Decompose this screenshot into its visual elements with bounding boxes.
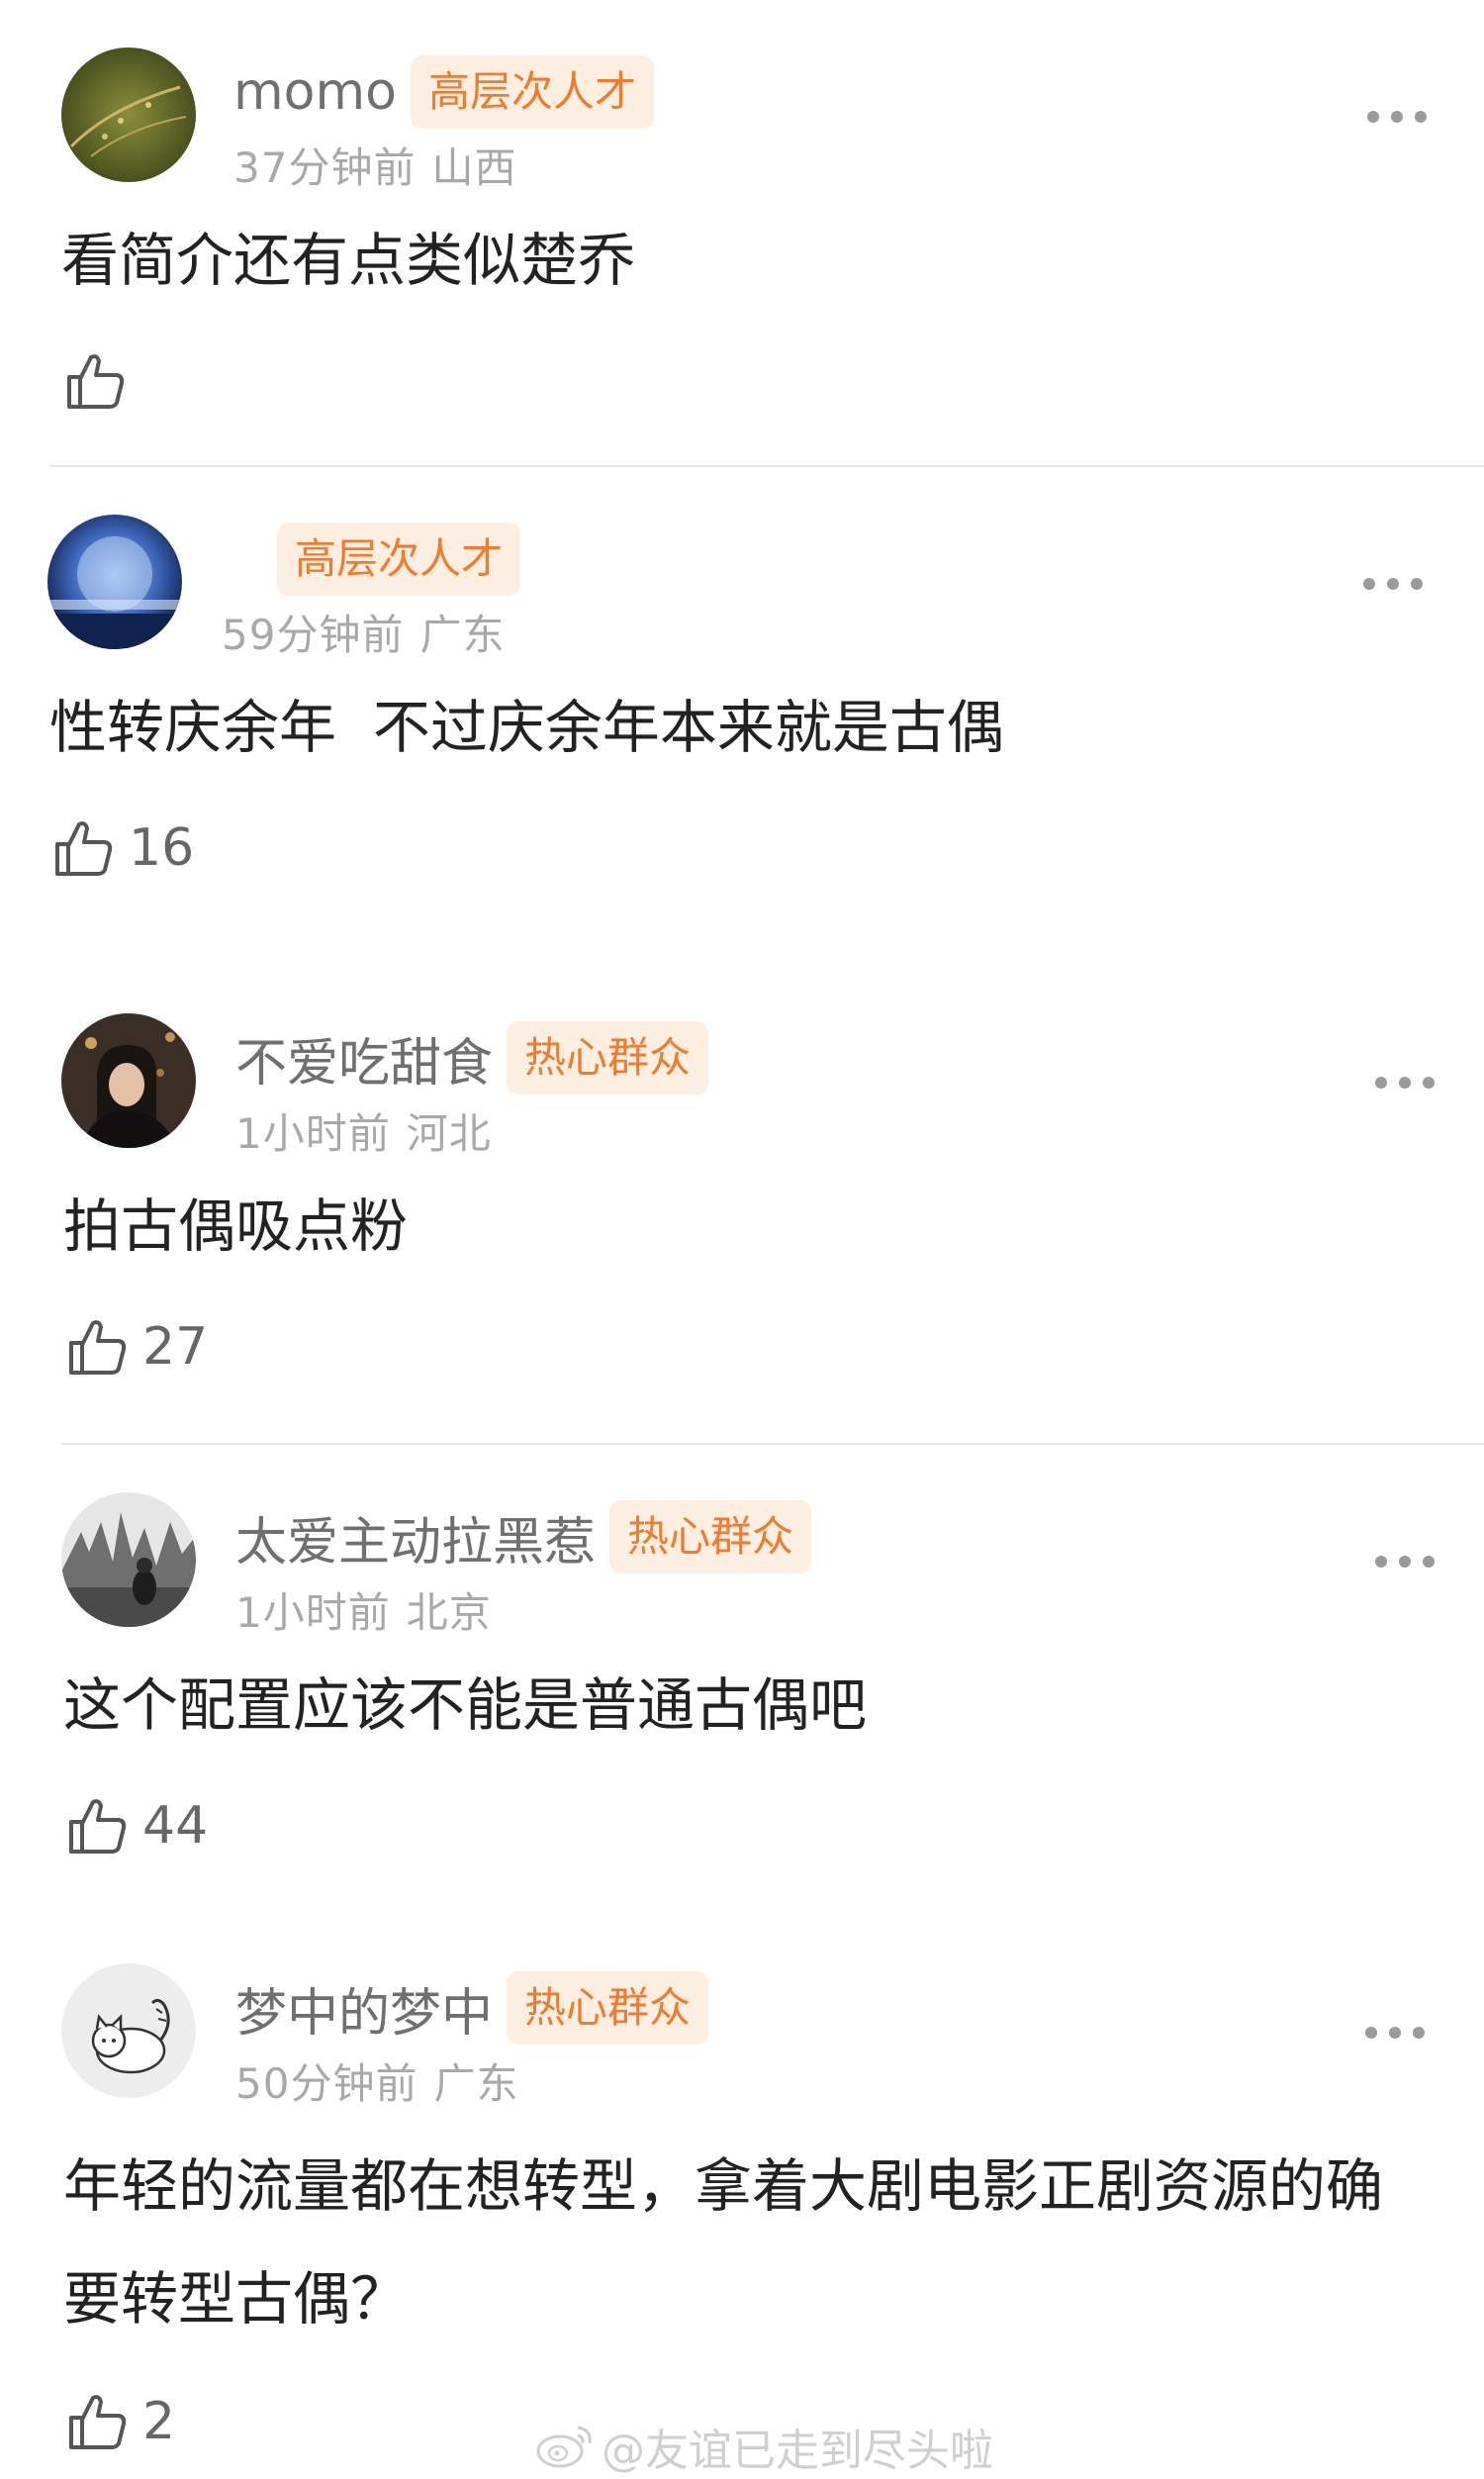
more-dot	[1413, 2027, 1425, 2039]
comment-text: 拍古偶吸点粉	[63, 1192, 409, 1260]
avatar[interactable]	[61, 1013, 196, 1148]
more-dot	[1423, 1556, 1435, 1568]
comment-text: 这个配置应该不能是普通古偶吧	[63, 1671, 868, 1739]
avatar[interactable]	[61, 1492, 196, 1627]
username[interactable]: 不爱吃甜食	[235, 1021, 493, 1096]
watermark: @友谊已走到尽头啦	[534, 2415, 993, 2478]
username[interactable]: 梦中的梦中	[235, 1971, 493, 2046]
more-options-button[interactable]	[1365, 2013, 1425, 2052]
more-dot	[1399, 1077, 1411, 1089]
avatar-photo-icon	[61, 48, 196, 182]
comment-item: 太爱主动拉黑惹 热心群众 1小时前 北京 这个配置应该不能是普通古偶吧 44	[0, 1445, 1484, 1930]
comment-time: 1小时前	[235, 1109, 391, 1158]
like-count: 44	[142, 1796, 209, 1856]
more-options-button[interactable]	[1375, 1063, 1435, 1102]
user-badge: 高层次人才	[277, 523, 521, 596]
comment-meta: 1小时前 河北	[235, 1100, 492, 1161]
comment-item: 高层次人才 59分钟前 广东 性转庆余年 不过庆余年本来就是古偶 16	[0, 467, 1484, 962]
comment-meta: 59分钟前 广东	[222, 602, 505, 662]
comment-time: 1小时前	[235, 1588, 391, 1637]
more-dot	[1389, 2027, 1401, 2039]
more-dot	[1415, 111, 1427, 123]
more-dot	[1365, 2027, 1377, 2039]
like-button[interactable]	[63, 346, 140, 416]
more-options-button[interactable]	[1375, 1542, 1435, 1581]
thumbs-up-icon	[69, 1320, 127, 1375]
more-dot	[1367, 111, 1379, 123]
name-row: 太爱主动拉黑惹 热心群众	[235, 1498, 812, 1575]
user-badge: 热心群众	[609, 1500, 812, 1573]
comment-location: 广东	[419, 611, 506, 659]
thumbs-up-icon	[67, 354, 125, 409]
username[interactable]: 太爱主动拉黑惹	[235, 1500, 596, 1574]
more-dot	[1375, 1556, 1387, 1568]
name-row: 梦中的梦中 热心群众	[235, 1969, 709, 2047]
avatar-photo-icon	[61, 1013, 196, 1148]
like-count: 2	[142, 2392, 176, 2451]
comment-time: 50分钟前	[235, 2059, 418, 2108]
avatar-cartoon-cat-icon	[61, 1963, 196, 2098]
like-button[interactable]: 27	[65, 1312, 208, 1382]
comment-location: 山西	[431, 143, 517, 192]
comment-location: 河北	[406, 1109, 492, 1158]
more-options-button[interactable]	[1367, 97, 1427, 137]
more-dot	[1391, 111, 1403, 123]
comment-item: 梦中的梦中 热心群众 50分钟前 广东 年轻的流量都在想转型，拿着大剧电影正剧资源…	[0, 1916, 1484, 2479]
comment-location: 广东	[433, 2059, 519, 2108]
like-button[interactable]: 2	[65, 2387, 175, 2456]
more-dot	[1375, 1077, 1387, 1089]
avatar[interactable]	[61, 1963, 196, 2098]
more-dot	[1399, 1556, 1411, 1568]
avatar-photo-icon	[47, 515, 182, 649]
like-button[interactable]: 16	[51, 813, 194, 883]
watermark-text: @友谊已走到尽头啦	[602, 2426, 993, 2476]
comment-item: 不爱吃甜食 热心群众 1小时前 河北 拍古偶吸点粉 27	[0, 966, 1484, 1445]
more-dot	[1411, 578, 1423, 590]
name-row: 高层次人才	[230, 521, 521, 598]
more-dot	[1387, 578, 1399, 590]
user-badge: 热心群众	[507, 1971, 709, 2045]
more-dot	[1423, 1077, 1435, 1089]
comment-text: 年轻的流量都在想转型，拿着大剧电影正剧资源的确要转型古偶？	[63, 2152, 1384, 2333]
user-badge: 高层次人才	[410, 55, 654, 129]
comment-meta: 37分钟前 山西	[233, 135, 516, 195]
weibo-logo-icon	[536, 2426, 592, 2468]
comment-location: 北京	[406, 1588, 492, 1637]
name-row: momo 高层次人才	[233, 53, 654, 131]
comment-meta: 50分钟前 广东	[235, 2050, 518, 2111]
thumbs-up-icon	[55, 821, 113, 876]
like-count: 27	[142, 1317, 209, 1377]
comment-text: 性转庆余年 不过庆余年本来就是古偶	[49, 694, 1004, 761]
comment-text: 看简介还有点类似楚乔	[61, 227, 636, 294]
thumbs-up-icon	[69, 2395, 127, 2449]
more-options-button[interactable]	[1363, 564, 1423, 604]
thumbs-up-icon	[69, 1799, 127, 1854]
comment-time: 37分钟前	[233, 143, 417, 192]
avatar-photo-icon	[61, 1492, 196, 1627]
like-button[interactable]: 44	[65, 1791, 208, 1860]
comment-item: momo 高层次人才 37分钟前 山西 看简介还有点类似楚乔	[0, 0, 1484, 467]
comment-meta: 1小时前 北京	[235, 1579, 492, 1640]
like-count: 16	[129, 818, 195, 878]
more-dot	[1363, 578, 1375, 590]
name-row: 不爱吃甜食 热心群众	[235, 1019, 709, 1096]
comment-time: 59分钟前	[222, 611, 405, 659]
user-badge: 热心群众	[507, 1021, 709, 1095]
username[interactable]: momo	[233, 62, 397, 122]
avatar[interactable]	[61, 48, 196, 182]
avatar[interactable]	[47, 515, 182, 649]
